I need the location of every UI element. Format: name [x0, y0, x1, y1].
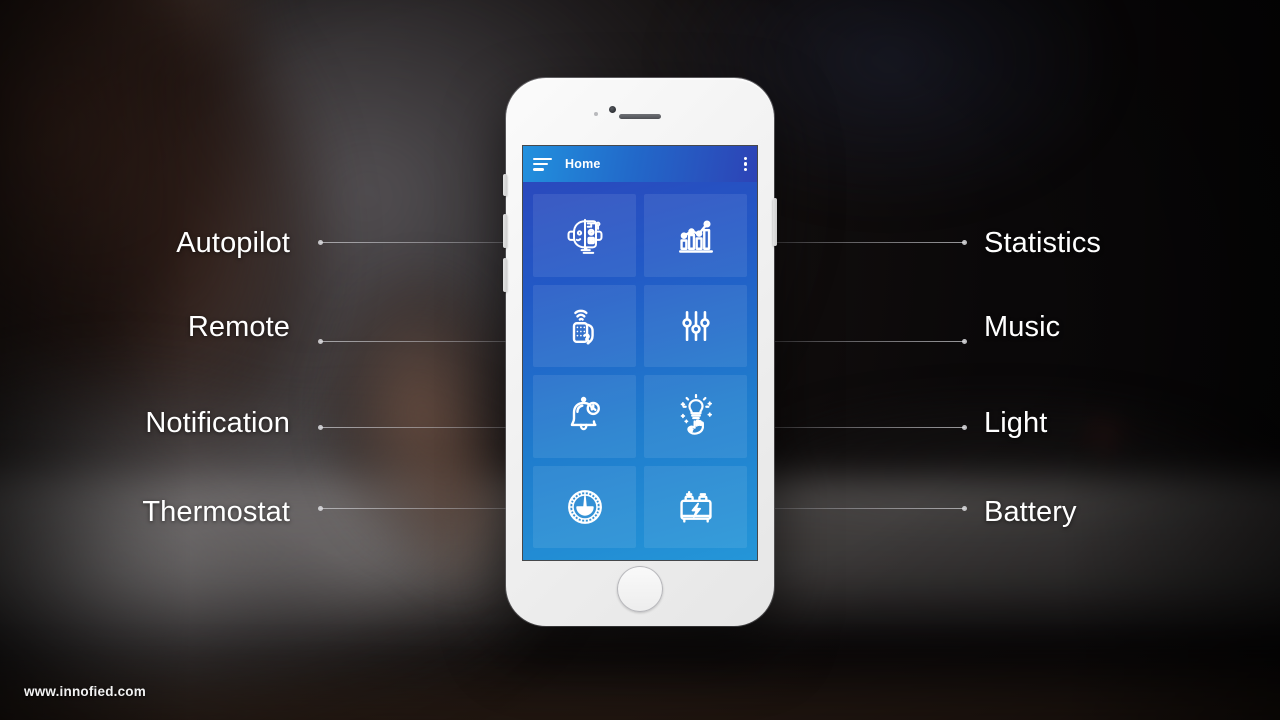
leader-line-battery	[775, 506, 967, 511]
smartphone-device: Home	[503, 78, 777, 626]
tile-music[interactable]	[644, 284, 747, 367]
tile-autopilot[interactable]	[533, 194, 636, 277]
battery-bolt-icon	[674, 485, 718, 529]
remote-control-icon	[563, 304, 607, 348]
leader-dot	[962, 506, 967, 511]
bar-chart-icon	[674, 213, 718, 257]
tile-remote[interactable]	[533, 284, 636, 367]
feature-tile-grid	[533, 194, 747, 548]
silent-switch[interactable]	[503, 174, 507, 196]
front-camera	[609, 106, 616, 113]
leader-dot	[318, 240, 323, 245]
site-watermark: www.innofied.com	[24, 684, 146, 699]
tile-battery[interactable]	[644, 465, 747, 548]
volume-up-button[interactable]	[503, 214, 507, 248]
proximity-sensor	[594, 112, 598, 116]
callout-label-thermostat: Thermostat	[142, 496, 290, 528]
bell-clock-icon	[563, 394, 607, 438]
leader-dot	[962, 240, 967, 245]
leader-dot	[318, 425, 323, 430]
volume-down-button[interactable]	[503, 258, 507, 292]
earpiece-speaker	[619, 114, 661, 119]
leader-line-music	[775, 339, 967, 344]
callout-label-statistics: Statistics	[984, 227, 1102, 259]
callout-label-remote: Remote	[187, 311, 290, 343]
phone-screen: Home	[523, 146, 757, 560]
app-bar: Home	[523, 146, 757, 182]
leader-dot	[962, 339, 967, 344]
leader-line-light	[775, 425, 967, 430]
gauge-dial-icon	[563, 485, 607, 529]
leader-line-statistics	[775, 240, 967, 245]
app-content	[523, 182, 757, 560]
tile-light[interactable]	[644, 375, 747, 458]
equalizer-icon	[674, 304, 718, 348]
leader-dot	[318, 339, 323, 344]
callout-label-autopilot: Autopilot	[176, 227, 290, 259]
tile-notification[interactable]	[533, 375, 636, 458]
kebab-menu-icon[interactable]	[743, 156, 747, 172]
home-button[interactable]	[617, 566, 663, 612]
robot-face-icon	[563, 213, 607, 257]
callout-label-music: Music	[984, 311, 1061, 343]
power-button[interactable]	[773, 198, 777, 246]
lightbulb-hand-icon	[674, 394, 718, 438]
tile-thermostat[interactable]	[533, 465, 636, 548]
callout-label-battery: Battery	[984, 496, 1077, 528]
hamburger-menu-icon[interactable]	[533, 157, 552, 171]
callout-label-light: Light	[984, 407, 1048, 439]
callout-label-notification: Notification	[145, 407, 290, 439]
tile-statistics[interactable]	[644, 194, 747, 277]
leader-dot	[318, 506, 323, 511]
app-bar-title: Home	[565, 157, 601, 171]
leader-dot	[962, 425, 967, 430]
